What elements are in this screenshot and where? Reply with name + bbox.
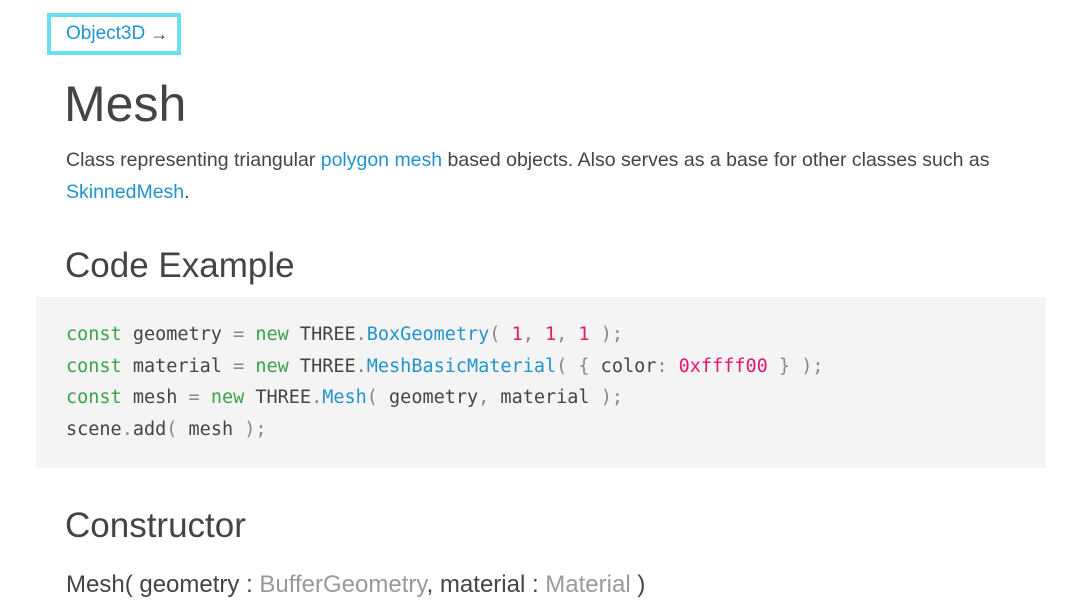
code-token: ); [600,324,623,345]
code-token: ); [801,355,824,377]
code-token: : [656,355,668,377]
skinned-mesh-link[interactable]: SkinnedMesh [66,181,184,203]
code-token: 1 [578,324,590,345]
code-token: THREE [288,324,356,345]
constructor-param-geometry: geometry : [132,571,260,598]
code-token: ( [489,324,501,345]
code-token: const [66,355,122,377]
code-token: material [489,387,601,408]
code-token: ( [166,418,178,440]
code-token: } [778,355,791,377]
page-title: Mesh [64,76,187,132]
code-token: add [132,418,167,440]
code-token: geometry [121,324,234,345]
code-token: new [210,387,245,408]
code-block: const geometry = new THREE.BoxGeometry( … [36,297,1046,468]
class-description: Class representing triangular polygon me… [66,144,1016,208]
material-type-link[interactable]: Material [545,571,630,598]
code-token: THREE [244,387,312,408]
constructor-name: Mesh( [66,571,133,598]
code-token: MeshBasicMaterial [366,355,557,377]
code-line-4: scene.add( mesh ); [66,414,1046,446]
code-token: scene [66,418,122,440]
code-token: THREE [288,355,356,377]
code-line-3: const mesh = new THREE.Mesh( geometry, m… [66,382,1046,414]
breadcrumb: Object3D → [47,13,181,55]
code-line-1: const geometry = new THREE.BoxGeometry( … [66,319,1046,351]
code-token: mesh [177,418,245,440]
code-token: ); [244,418,267,440]
code-token: 1 [511,324,523,345]
code-token: color [589,355,657,377]
buffer-geometry-type-link[interactable]: BufferGeometry [259,571,426,598]
code-token: . [121,418,133,440]
code-token: const [66,387,122,408]
code-token: , [478,387,490,408]
code-token: ( [556,355,568,377]
code-token: mesh [121,387,189,408]
description-text-3: . [184,181,190,203]
code-token: , [522,324,534,345]
polygon-mesh-link[interactable]: polygon mesh [321,149,442,171]
code-token: = [233,355,245,377]
description-text-2: based objects. Also serves as a base for… [442,149,990,171]
code-token: material [121,355,234,377]
constructor-heading: Constructor [65,506,246,545]
code-token: = [233,324,245,345]
code-token: , [556,324,568,345]
code-token: = [188,387,200,408]
constructor-signature: Mesh( geometry : BufferGeometry, materia… [66,567,645,603]
code-token: 1 [545,324,557,345]
code-token: BoxGeometry [366,324,490,345]
arrow-right-icon: → [150,23,169,44]
code-example-heading: Code Example [65,246,295,285]
code-token: . [311,387,323,408]
constructor-close: ) [630,571,646,598]
code-token: . [355,324,367,345]
code-line-2: const material = new THREE.MeshBasicMate… [66,351,1046,383]
code-token: ( [366,387,378,408]
code-token: new [255,324,289,345]
constructor-param-material: , material : [426,571,546,598]
code-token: 0xffff00 [678,355,768,377]
code-token: geometry [377,387,479,408]
code-token: { [578,355,590,377]
code-token: . [355,355,367,377]
code-token: const [66,324,122,345]
parent-class-link[interactable]: Object3D [66,23,145,45]
description-text-1: Class representing triangular [66,149,321,171]
code-token: Mesh [322,387,367,408]
code-token: new [255,355,289,377]
code-token: ); [600,387,623,408]
